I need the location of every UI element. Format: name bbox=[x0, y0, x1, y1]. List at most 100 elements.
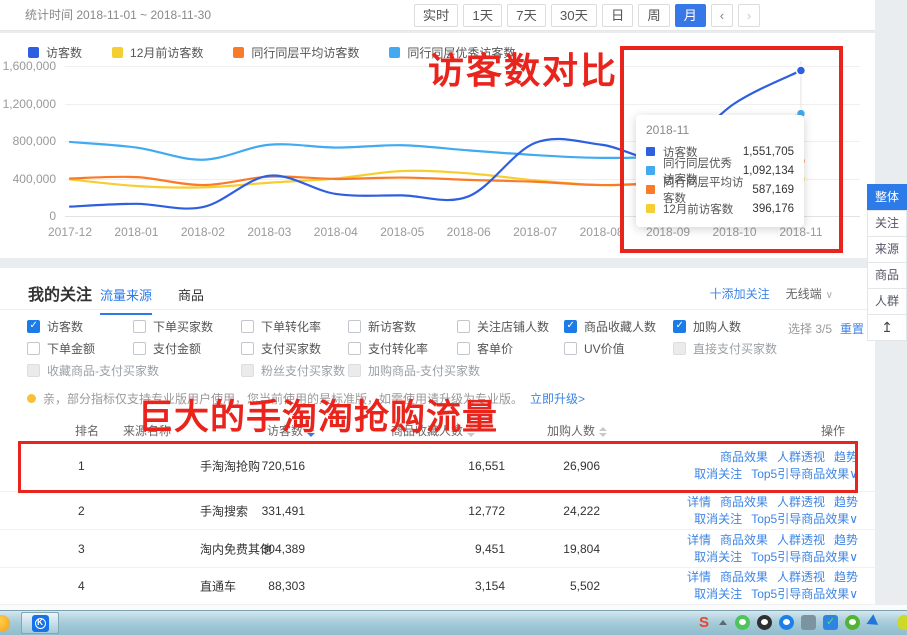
wechat-icon[interactable] bbox=[735, 615, 750, 630]
checkbox-icon[interactable] bbox=[457, 320, 470, 333]
metric-checkbox-下单金额[interactable]: 下单金额 bbox=[27, 340, 95, 356]
checkbox-icon[interactable] bbox=[133, 342, 146, 355]
next-page-button[interactable]: › bbox=[738, 4, 760, 27]
tab-流量来源[interactable]: 流量来源 bbox=[100, 285, 152, 315]
selection-count: 选择 3/5 bbox=[788, 320, 832, 337]
action-link-人群透视[interactable]: 人群透视 bbox=[777, 495, 825, 509]
metric-checkbox-支付转化率[interactable]: 支付转化率 bbox=[348, 340, 428, 356]
checkbox-icon[interactable] bbox=[27, 342, 40, 355]
metric-checkbox-收藏商品-支付买家数: 收藏商品-支付买家数 bbox=[27, 362, 159, 378]
side-tab-人群[interactable]: 人群 bbox=[867, 288, 907, 315]
metric-checkbox-下单买家数[interactable]: 下单买家数 bbox=[133, 318, 213, 334]
cell-actions: 详情商品效果人群透视趋势取消关注 Top5引导商品效果∨ bbox=[600, 532, 858, 566]
date-range-group: 实时1天7天30天日周月‹› bbox=[414, 4, 760, 27]
side-tab-来源[interactable]: 来源 bbox=[867, 236, 907, 263]
sort-icon[interactable] bbox=[599, 427, 607, 437]
side-tab-关注[interactable]: 关注 bbox=[867, 210, 907, 237]
terminal-dropdown[interactable]: 无线端∨ bbox=[786, 285, 833, 302]
range-button-月[interactable]: 月 bbox=[675, 4, 706, 27]
metric-checkbox-支付金额[interactable]: 支付金额 bbox=[133, 340, 201, 356]
sogou-input-icon[interactable]: S bbox=[697, 615, 711, 630]
metric-checkbox-新访客数[interactable]: 新访客数 bbox=[348, 318, 416, 334]
column-header-label: 排名 bbox=[75, 424, 99, 438]
checkbox-icon[interactable] bbox=[27, 320, 40, 333]
annotation-chart-box bbox=[620, 46, 843, 253]
back-to-top-button[interactable]: ↥ bbox=[867, 314, 907, 341]
antivirus-icon[interactable] bbox=[845, 615, 860, 630]
action-link-详情[interactable]: 详情 bbox=[687, 495, 711, 509]
checkbox-icon[interactable] bbox=[564, 342, 577, 355]
cell-rank: 4 bbox=[78, 579, 108, 593]
action-link-Top5引导商品效果∨[interactable]: Top5引导商品效果∨ bbox=[751, 587, 858, 601]
action-link-取消关注[interactable]: 取消关注 bbox=[694, 550, 742, 564]
security-shield-icon[interactable] bbox=[823, 615, 838, 630]
range-button-7天[interactable]: 7天 bbox=[507, 4, 546, 27]
metric-checkbox-支付买家数[interactable]: 支付买家数 bbox=[241, 340, 321, 356]
metric-label: 关注店铺人数 bbox=[477, 318, 549, 335]
range-button-周[interactable]: 周 bbox=[638, 4, 669, 27]
metric-checkbox-关注店铺人数[interactable]: 关注店铺人数 bbox=[457, 318, 549, 334]
edge-partial-icon[interactable] bbox=[897, 615, 907, 630]
cell-visitors: 88,303 bbox=[180, 579, 305, 593]
metric-label: 下单转化率 bbox=[261, 318, 321, 335]
qq-icon[interactable] bbox=[757, 615, 772, 630]
action-link-取消关注[interactable]: 取消关注 bbox=[694, 587, 742, 601]
action-link-详情[interactable]: 详情 bbox=[687, 533, 711, 547]
network-icon[interactable] bbox=[801, 615, 816, 630]
action-link-趋势[interactable]: 趋势 bbox=[834, 495, 858, 509]
metric-label: 新访客数 bbox=[368, 318, 416, 335]
reset-link[interactable]: 重置 bbox=[840, 320, 864, 337]
column-header-排名: 排名 bbox=[75, 422, 99, 439]
metric-checkbox-访客数[interactable]: 访客数 bbox=[27, 318, 83, 334]
metric-checkbox-加购人数[interactable]: 加购人数 bbox=[673, 318, 741, 334]
side-tab-商品[interactable]: 商品 bbox=[867, 262, 907, 289]
action-link-商品效果[interactable]: 商品效果 bbox=[720, 533, 768, 547]
side-tab-整体[interactable]: 整体 bbox=[867, 184, 907, 211]
checkbox-icon[interactable] bbox=[348, 342, 361, 355]
metric-label: 支付金额 bbox=[153, 340, 201, 357]
tab-商品[interactable]: 商品 bbox=[178, 285, 204, 315]
terminal-label: 无线端 bbox=[786, 287, 822, 301]
checkbox-icon[interactable] bbox=[133, 320, 146, 333]
metric-label: 商品收藏人数 bbox=[584, 318, 656, 335]
metric-label: 直接支付买家数 bbox=[693, 340, 777, 357]
cell-carts: 24,222 bbox=[475, 504, 600, 518]
cell-visitors: 331,491 bbox=[180, 504, 305, 518]
desktop: { "header": { "stat_time": "统计时间 2018-11… bbox=[0, 0, 907, 635]
range-button-30天[interactable]: 30天 bbox=[551, 4, 597, 27]
upgrade-link[interactable]: 立即升级> bbox=[530, 390, 585, 407]
metric-checkbox-UV价值[interactable]: UV价值 bbox=[564, 340, 625, 356]
action-link-人群透视[interactable]: 人群透视 bbox=[777, 570, 825, 584]
selection-info: 选择 3/5 重置 bbox=[788, 320, 864, 337]
prev-page-button[interactable]: ‹ bbox=[711, 4, 733, 27]
action-link-趋势[interactable]: 趋势 bbox=[834, 533, 858, 547]
taskbar-app-button[interactable]: K bbox=[21, 612, 59, 634]
range-button-实时[interactable]: 实时 bbox=[414, 4, 459, 27]
action-link-商品效果[interactable]: 商品效果 bbox=[720, 570, 768, 584]
metric-checkbox-直接支付买家数: 直接支付买家数 bbox=[673, 340, 777, 356]
action-link-商品效果[interactable]: 商品效果 bbox=[720, 495, 768, 509]
browser-pointer-icon[interactable] bbox=[867, 615, 882, 630]
action-link-趋势[interactable]: 趋势 bbox=[834, 570, 858, 584]
action-link-详情[interactable]: 详情 bbox=[687, 570, 711, 584]
checkbox-icon[interactable] bbox=[241, 342, 254, 355]
action-link-人群透视[interactable]: 人群透视 bbox=[777, 533, 825, 547]
action-link-取消关注[interactable]: 取消关注 bbox=[694, 512, 742, 526]
metric-checkbox-商品收藏人数[interactable]: 商品收藏人数 bbox=[564, 318, 656, 334]
messenger-icon[interactable] bbox=[779, 615, 794, 630]
checkbox-icon[interactable] bbox=[564, 320, 577, 333]
start-orb-icon[interactable] bbox=[0, 615, 10, 632]
metric-checkbox-客单价[interactable]: 客单价 bbox=[457, 340, 513, 356]
checkbox-icon[interactable] bbox=[457, 342, 470, 355]
add-focus-link[interactable]: 十添加关注 bbox=[710, 285, 770, 302]
metric-checkbox-下单转化率[interactable]: 下单转化率 bbox=[241, 318, 321, 334]
tray-expand-icon[interactable] bbox=[718, 615, 728, 630]
checkbox-icon[interactable] bbox=[241, 320, 254, 333]
range-button-1天[interactable]: 1天 bbox=[463, 4, 502, 27]
range-button-日[interactable]: 日 bbox=[602, 4, 633, 27]
checkbox-icon[interactable] bbox=[673, 320, 686, 333]
checkbox-icon[interactable] bbox=[348, 320, 361, 333]
action-link-Top5引导商品效果∨[interactable]: Top5引导商品效果∨ bbox=[751, 550, 858, 564]
actions-line2: 取消关注 Top5引导商品效果∨ bbox=[600, 511, 858, 528]
action-link-Top5引导商品效果∨[interactable]: Top5引导商品效果∨ bbox=[751, 512, 858, 526]
